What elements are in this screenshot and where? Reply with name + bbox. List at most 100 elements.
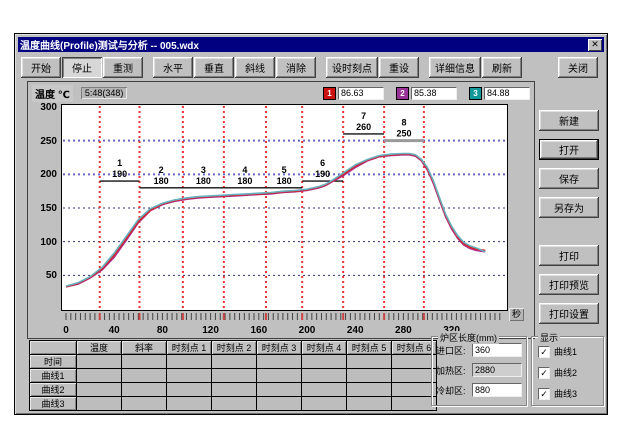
series-1-readout: 86.63	[338, 87, 384, 100]
series-1-color-chip: 1	[323, 87, 336, 100]
stop-button[interactable]: 停止	[62, 57, 102, 78]
column-header	[30, 341, 77, 355]
inlet-zone-row: 进口区:360	[436, 343, 522, 357]
table-cell	[302, 369, 347, 383]
series-3-color-chip: 3	[469, 87, 482, 100]
row-label: 曲线2	[30, 383, 77, 397]
column-header: 时刻点 1	[167, 341, 212, 355]
table-row: 曲线3	[30, 397, 437, 411]
table-cell	[257, 355, 302, 369]
table-cell	[77, 355, 122, 369]
zone-setpoint-label: 190	[315, 169, 330, 179]
heating-zone-field[interactable]: 2880	[472, 363, 522, 377]
zone-number-label: 7	[361, 111, 366, 121]
plot-background	[62, 105, 508, 311]
set-time-points-button[interactable]: 设时刻点	[326, 57, 378, 78]
window-title: 温度曲线(Profile)测试与分析 -- 005.wdx	[20, 37, 588, 52]
zone-setpoint-label: 190	[112, 169, 127, 179]
file-actions-panel: 新建打开保存另存为打印打印预览打印设置	[539, 110, 601, 332]
temperature-readouts: 186.63 285.38 384.88	[311, 87, 530, 100]
table-cell	[392, 369, 437, 383]
curve3-checkbox[interactable]: ✓	[538, 388, 550, 400]
table-cell	[302, 355, 347, 369]
legend-series-1: 186.63	[323, 87, 384, 100]
curve3-check-row: ✓ 曲线3	[538, 387, 599, 400]
column-header: 时刻点 2	[212, 341, 257, 355]
elapsed-time-display: 5:48(348)	[81, 87, 128, 99]
table-cell	[167, 369, 212, 383]
save-button[interactable]: 保存	[539, 168, 599, 189]
refresh-button[interactable]: 刷新	[482, 57, 522, 78]
chart-panel: 温度 ℃ 5:48(348) 186.63285.38384.88 300250…	[27, 81, 535, 339]
vertical-line-button[interactable]: 垂直	[194, 57, 234, 78]
row-label: 曲线3	[30, 397, 77, 411]
chart-header: 温度 ℃ 5:48(348) 186.63285.38384.88	[32, 85, 530, 101]
zone-setpoint-label: 180	[277, 176, 292, 186]
print-setup-button[interactable]: 打印设置	[539, 303, 599, 324]
toolbar-group-0: 开始停止重测	[21, 57, 144, 78]
x-axis-unit-box: 秒	[509, 308, 524, 321]
curve2-checkbox[interactable]: ✓	[538, 367, 550, 379]
horizontal-line-button[interactable]: 水平	[153, 57, 193, 78]
toolbar-group-3: 详细信息刷新	[429, 57, 523, 78]
retest-button[interactable]: 重测	[103, 57, 143, 78]
table-cell	[122, 355, 167, 369]
y-tick-label: 200	[29, 169, 57, 180]
cooling-zone-row: 冷却区:880	[436, 383, 522, 397]
legend-series-2: 285.38	[396, 87, 457, 100]
table-cell	[347, 355, 392, 369]
zone-number-label: 8	[401, 118, 406, 128]
table-cell	[77, 383, 122, 397]
save-as-button[interactable]: 另存为	[539, 197, 599, 218]
y-tick-label: 50	[29, 270, 57, 281]
inlet-zone-field[interactable]: 360	[472, 343, 522, 357]
print-preview-button[interactable]: 打印预览	[539, 274, 599, 295]
open-button[interactable]: 打开	[539, 139, 599, 160]
curve3-checkbox-label: 曲线3	[554, 387, 577, 400]
series-3-readout: 84.88	[484, 87, 530, 100]
table-cell	[212, 369, 257, 383]
curve1-check-row: ✓曲线1	[538, 345, 599, 358]
zone-number-label: 1	[117, 158, 122, 168]
table-row: 时间	[30, 355, 437, 369]
zone-number-label: 2	[159, 165, 164, 175]
y-tick-label: 250	[29, 136, 57, 147]
close-icon[interactable]: ✕	[588, 39, 602, 51]
legend-series-3: 384.88	[469, 87, 530, 100]
profile-chart-svg: 11902180318041805180619072608250	[61, 104, 508, 323]
zone-setpoint-label: 180	[237, 176, 252, 186]
column-header: 温度	[77, 341, 122, 355]
table-cell	[257, 369, 302, 383]
table-cell	[302, 397, 347, 411]
table-cell	[77, 369, 122, 383]
print-button[interactable]: 打印	[539, 245, 599, 266]
table-row: 曲线1	[30, 369, 437, 383]
curve1-checkbox[interactable]: ✓	[538, 346, 550, 358]
app-window: 温度曲线(Profile)测试与分析 -- 005.wdx ✕ 开始停止重测水平…	[14, 33, 608, 415]
column-header: 时刻点 6	[392, 341, 437, 355]
row-label: 曲线1	[30, 369, 77, 383]
toolbar-group-2: 设时刻点重设	[326, 57, 420, 78]
new-button[interactable]: 新建	[539, 110, 599, 131]
slant-line-button[interactable]: 斜线	[235, 57, 275, 78]
reset-button[interactable]: 重设	[379, 57, 419, 78]
close-button[interactable]: 关闭	[558, 57, 598, 78]
zone-number-label: 6	[320, 158, 325, 168]
table-cell	[212, 397, 257, 411]
table-cell	[392, 383, 437, 397]
table-cell	[167, 355, 212, 369]
table-cell	[212, 355, 257, 369]
table-row: 曲线2	[30, 383, 437, 397]
series-2-readout: 85.38	[411, 87, 457, 100]
table-cell	[257, 383, 302, 397]
zone-setpoint-label: 250	[396, 129, 411, 139]
toolbar: 开始停止重测水平垂直斜线消除设时刻点重设详细信息刷新 关闭	[21, 55, 601, 79]
erase-button[interactable]: 消除	[276, 57, 316, 78]
cooling-zone-field[interactable]: 880	[472, 383, 522, 397]
y-axis-labels: 30025020015010050	[28, 104, 59, 310]
details-button[interactable]: 详细信息	[429, 57, 481, 78]
heating-zone-label: 加热区:	[436, 364, 472, 377]
toolbar-group-4: 关闭	[558, 57, 599, 78]
table-cell	[257, 397, 302, 411]
start-button[interactable]: 开始	[21, 57, 61, 78]
